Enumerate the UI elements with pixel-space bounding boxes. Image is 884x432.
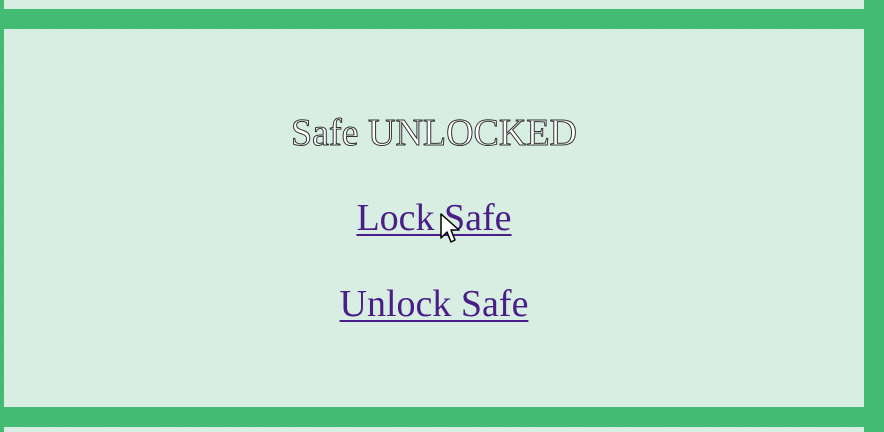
top-panel-edge xyxy=(4,0,864,9)
bottom-panel-edge xyxy=(4,427,864,432)
unlock-safe-link[interactable]: Unlock Safe xyxy=(4,282,864,326)
safe-status-text: Safe UNLOCKED xyxy=(290,112,577,155)
lock-safe-link[interactable]: Lock Safe xyxy=(4,196,864,240)
safe-panel: Safe UNLOCKED Lock Safe Unlock Safe xyxy=(4,29,864,407)
